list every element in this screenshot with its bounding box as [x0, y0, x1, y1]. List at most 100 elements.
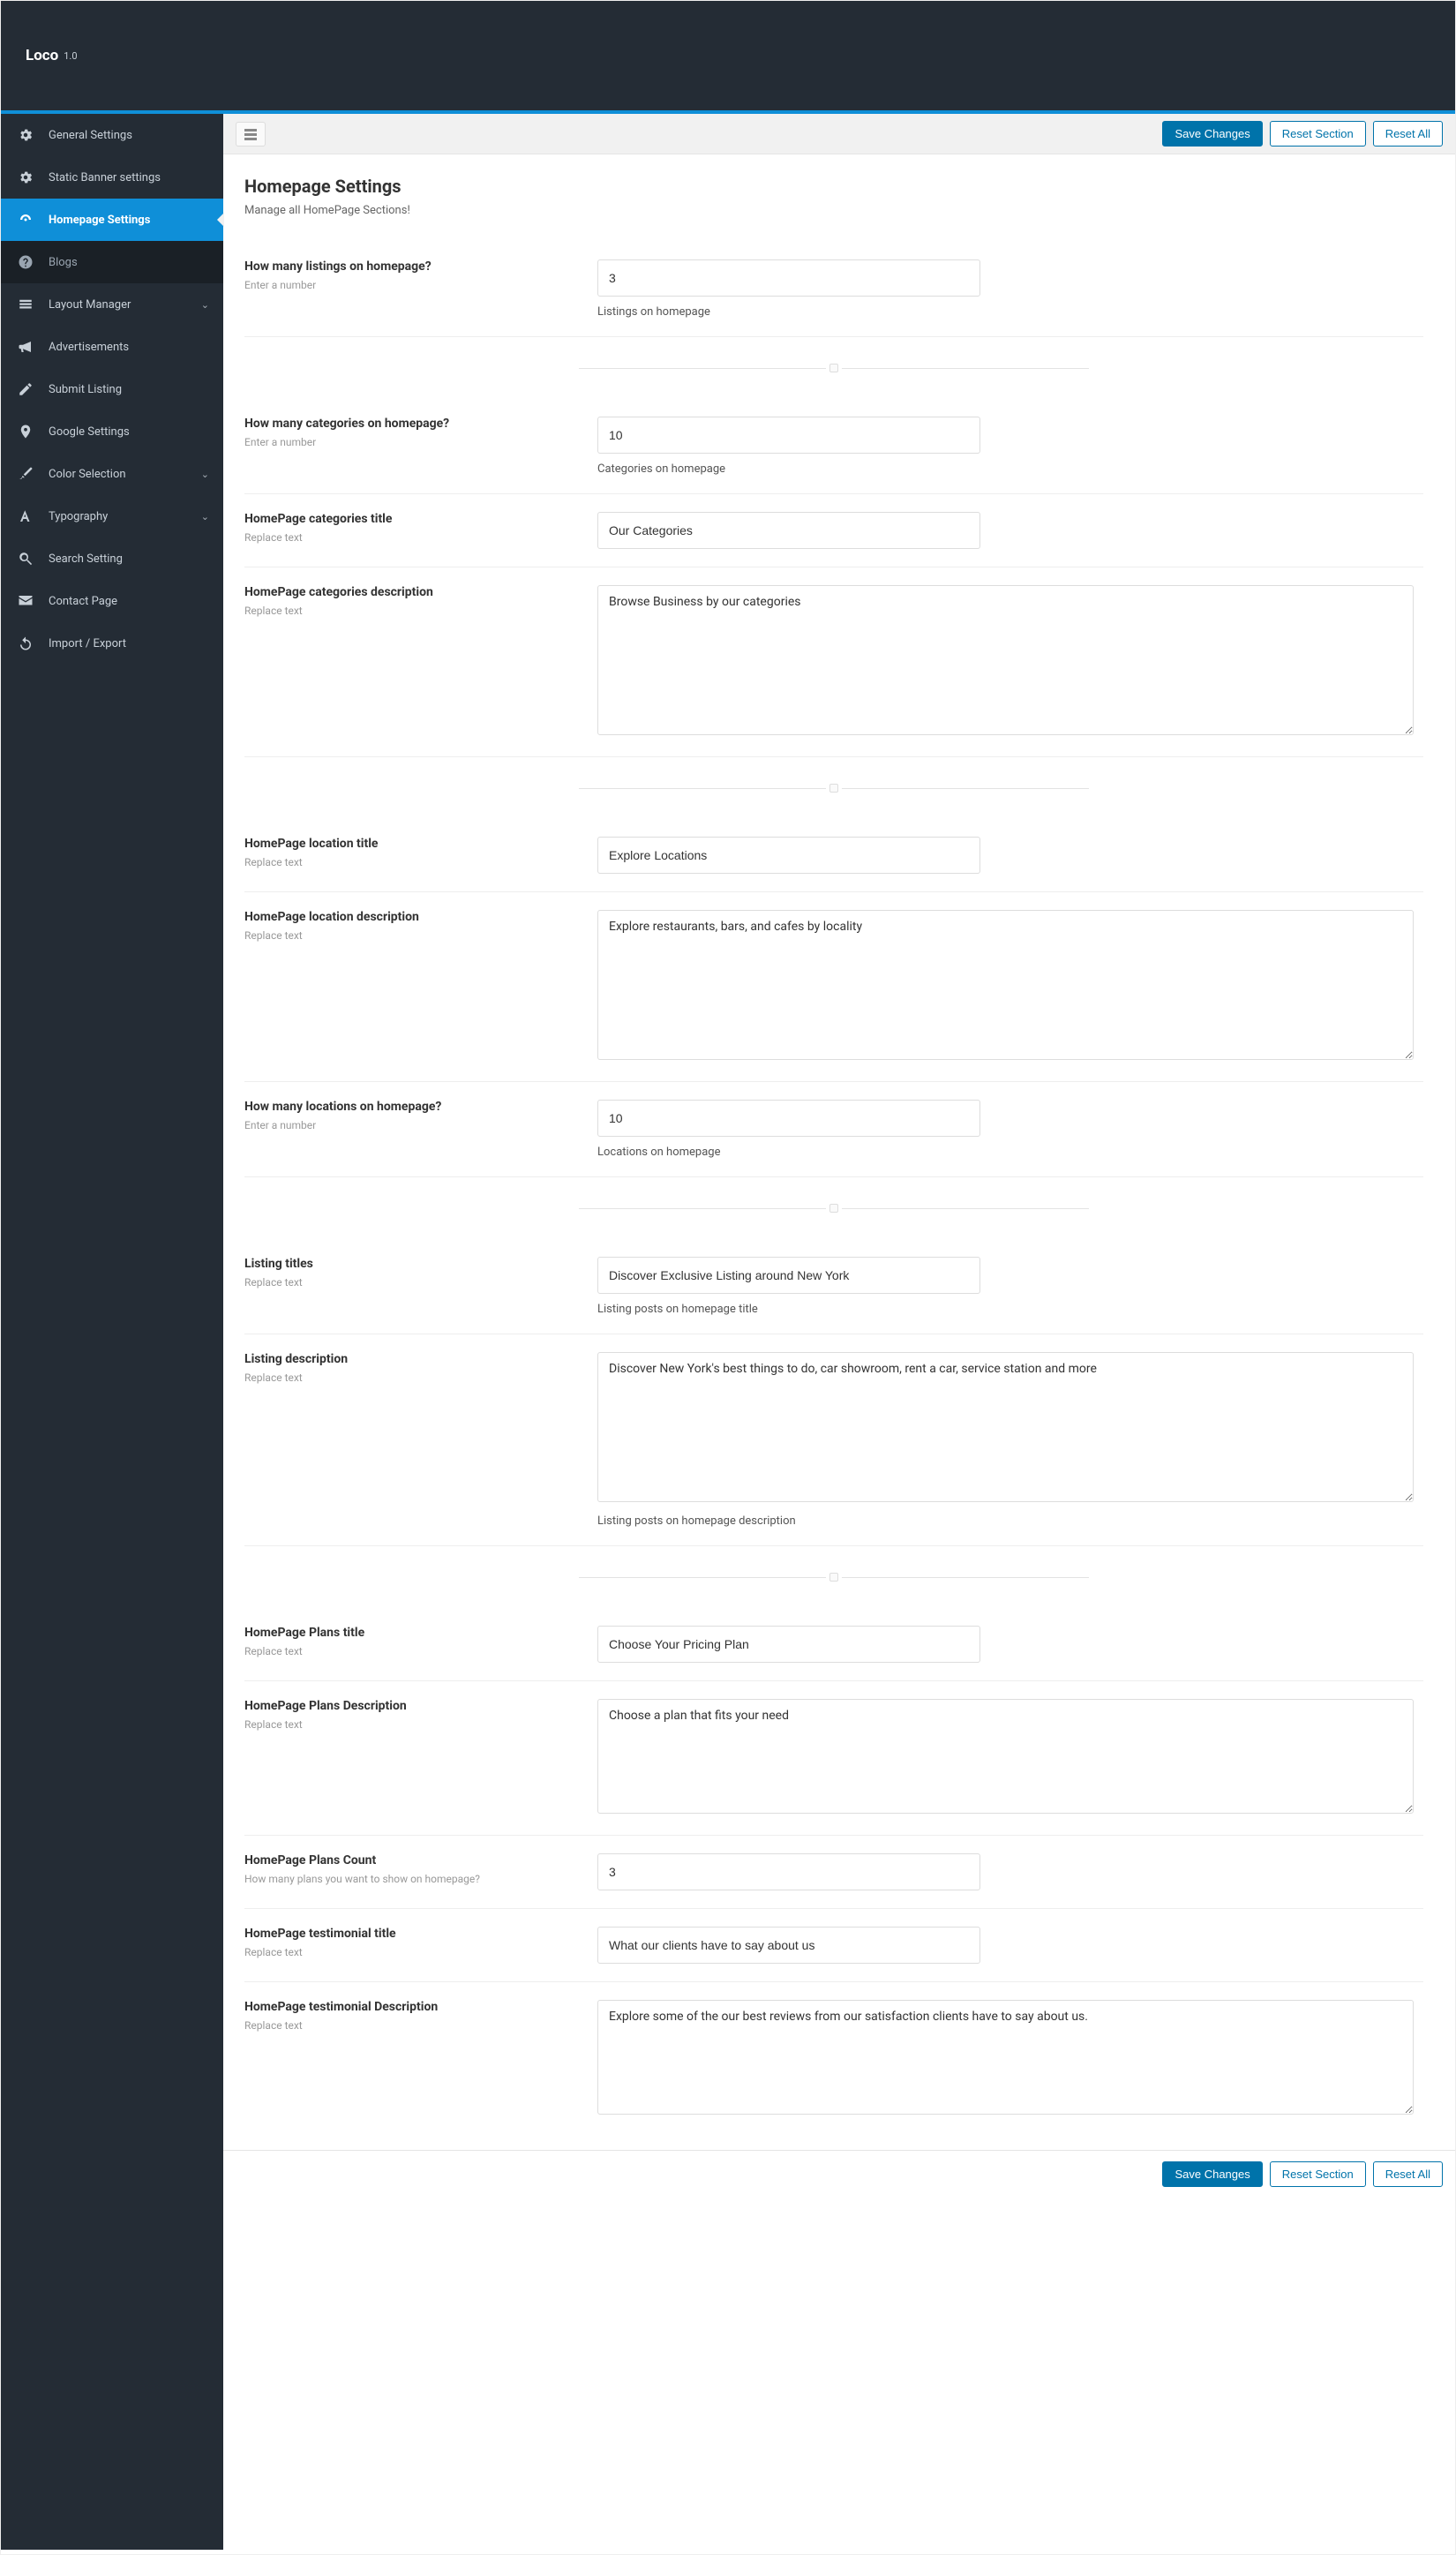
field-title: HomePage categories description: [244, 585, 576, 599]
sidebar-item-search-setting[interactable]: Search Setting: [1, 537, 223, 580]
testimonial-title-input[interactable]: [597, 1927, 980, 1964]
field-subtext: Enter a number: [244, 436, 576, 448]
gear-icon: [15, 167, 36, 188]
app-header: Loco 1.0: [1, 1, 1455, 114]
categories-count-input[interactable]: [597, 417, 980, 454]
sidebar-item-color-selection[interactable]: Color Selection ⌄: [1, 453, 223, 495]
sidebar-item-google-settings[interactable]: Google Settings: [1, 410, 223, 453]
bottom-toolbar: Save Changes Reset Section Reset All: [223, 2150, 1455, 2198]
sidebar-item-submit-listing[interactable]: Submit Listing: [1, 368, 223, 410]
field-help: Listing posts on homepage title: [597, 1303, 1423, 1316]
field-location-desc: HomePage location description Replace te…: [244, 892, 1423, 1082]
reset-all-button-bottom[interactable]: Reset All: [1373, 2161, 1443, 2187]
field-subtext: Enter a number: [244, 279, 576, 291]
refresh-icon: [15, 633, 36, 654]
field-categories-desc: HomePage categories description Replace …: [244, 567, 1423, 757]
field-title: HomePage Plans title: [244, 1626, 576, 1640]
field-title: How many categories on homepage?: [244, 417, 576, 431]
sidebar-item-import-export[interactable]: Import / Export: [1, 622, 223, 665]
expand-panel-button[interactable]: [236, 122, 266, 147]
location-desc-textarea[interactable]: [597, 910, 1414, 1060]
envelope-icon: [15, 590, 36, 612]
field-subtext: Replace text: [244, 929, 576, 942]
sidebar-item-label: Static Banner settings: [49, 171, 161, 184]
sidebar: General Settings Static Banner settings …: [1, 114, 223, 2550]
sidebar-item-homepage-settings[interactable]: Homepage Settings: [1, 199, 223, 241]
plans-count-input[interactable]: [597, 1853, 980, 1890]
dashboard-icon: [15, 209, 36, 230]
expand-icon: [244, 128, 258, 140]
listing-desc-textarea[interactable]: [597, 1352, 1414, 1502]
sidebar-item-contact-page[interactable]: Contact Page: [1, 580, 223, 622]
reset-all-button[interactable]: Reset All: [1373, 121, 1443, 147]
plans-desc-textarea[interactable]: [597, 1699, 1414, 1814]
field-title: HomePage location description: [244, 910, 576, 924]
sidebar-item-label: Search Setting: [49, 552, 123, 566]
field-subtext: Enter a number: [244, 1119, 576, 1131]
search-icon: [15, 548, 36, 569]
sidebar-item-label: Homepage Settings: [49, 214, 150, 227]
sidebar-item-blogs[interactable]: Blogs: [1, 241, 223, 283]
field-subtext: Replace text: [244, 1718, 576, 1731]
section-divider: [244, 337, 1423, 399]
sidebar-item-typography[interactable]: Typography ⌄: [1, 495, 223, 537]
chevron-down-icon: ⌄: [201, 511, 209, 522]
chevron-down-icon: ⌄: [201, 299, 209, 311]
field-subtext: Replace text: [244, 531, 576, 544]
field-locations-count: How many locations on homepage? Enter a …: [244, 1082, 1423, 1177]
locations-count-input[interactable]: [597, 1100, 980, 1137]
brush-icon: [15, 463, 36, 485]
sidebar-item-label: Import / Export: [49, 637, 126, 650]
categories-title-input[interactable]: [597, 512, 980, 549]
field-help: Locations on homepage: [597, 1146, 1423, 1159]
field-location-title: HomePage location title Replace text: [244, 819, 1423, 892]
field-subtext: Replace text: [244, 1276, 576, 1289]
field-subtext: Replace text: [244, 2019, 576, 2032]
pencil-icon: [15, 379, 36, 400]
list-icon: [15, 294, 36, 315]
categories-desc-textarea[interactable]: [597, 585, 1414, 735]
field-categories-title: HomePage categories title Replace text: [244, 494, 1423, 567]
field-plans-desc: HomePage Plans Description Replace text: [244, 1681, 1423, 1836]
font-icon: [15, 506, 36, 527]
bullhorn-icon: [15, 336, 36, 357]
location-title-input[interactable]: [597, 837, 980, 874]
save-changes-button-bottom[interactable]: Save Changes: [1162, 2161, 1262, 2187]
map-pin-icon: [15, 421, 36, 442]
field-listing-desc: Listing description Replace text Listing…: [244, 1334, 1423, 1546]
section-divider: [244, 757, 1423, 819]
chevron-down-icon: ⌄: [201, 469, 209, 480]
sidebar-item-label: General Settings: [49, 129, 132, 142]
sidebar-item-general-settings[interactable]: General Settings: [1, 114, 223, 156]
question-icon: [15, 252, 36, 273]
sidebar-item-label: Submit Listing: [49, 383, 122, 396]
reset-section-button[interactable]: Reset Section: [1270, 121, 1366, 147]
testimonial-desc-textarea[interactable]: [597, 2000, 1414, 2115]
field-plans-title: HomePage Plans title Replace text: [244, 1608, 1423, 1681]
listings-count-input[interactable]: [597, 259, 980, 297]
save-changes-button[interactable]: Save Changes: [1162, 121, 1262, 147]
section-divider: [244, 1546, 1423, 1608]
sidebar-item-label: Advertisements: [49, 341, 129, 354]
field-title: HomePage categories title: [244, 512, 576, 526]
field-title: Listing titles: [244, 1257, 576, 1271]
field-categories-count: How many categories on homepage? Enter a…: [244, 399, 1423, 494]
field-listings-count: How many listings on homepage? Enter a n…: [244, 242, 1423, 337]
sidebar-item-layout-manager[interactable]: Layout Manager ⌄: [1, 283, 223, 326]
sidebar-item-label: Google Settings: [49, 425, 130, 439]
sidebar-item-static-banner[interactable]: Static Banner settings: [1, 156, 223, 199]
listing-titles-input[interactable]: [597, 1257, 980, 1294]
field-title: HomePage testimonial Description: [244, 2000, 576, 2014]
sidebar-item-advertisements[interactable]: Advertisements: [1, 326, 223, 368]
field-help: Categories on homepage: [597, 462, 1423, 476]
field-title: HomePage testimonial title: [244, 1927, 576, 1941]
sidebar-item-label: Contact Page: [49, 595, 117, 608]
field-title: How many locations on homepage?: [244, 1100, 576, 1114]
field-subtext: Replace text: [244, 605, 576, 617]
field-subtext: Replace text: [244, 856, 576, 868]
sidebar-item-label: Typography: [49, 510, 108, 523]
reset-section-button-bottom[interactable]: Reset Section: [1270, 2161, 1366, 2187]
field-help: Listing posts on homepage description: [597, 1514, 1423, 1528]
plans-title-input[interactable]: [597, 1626, 980, 1663]
page-description: Manage all HomePage Sections!: [244, 204, 1423, 217]
